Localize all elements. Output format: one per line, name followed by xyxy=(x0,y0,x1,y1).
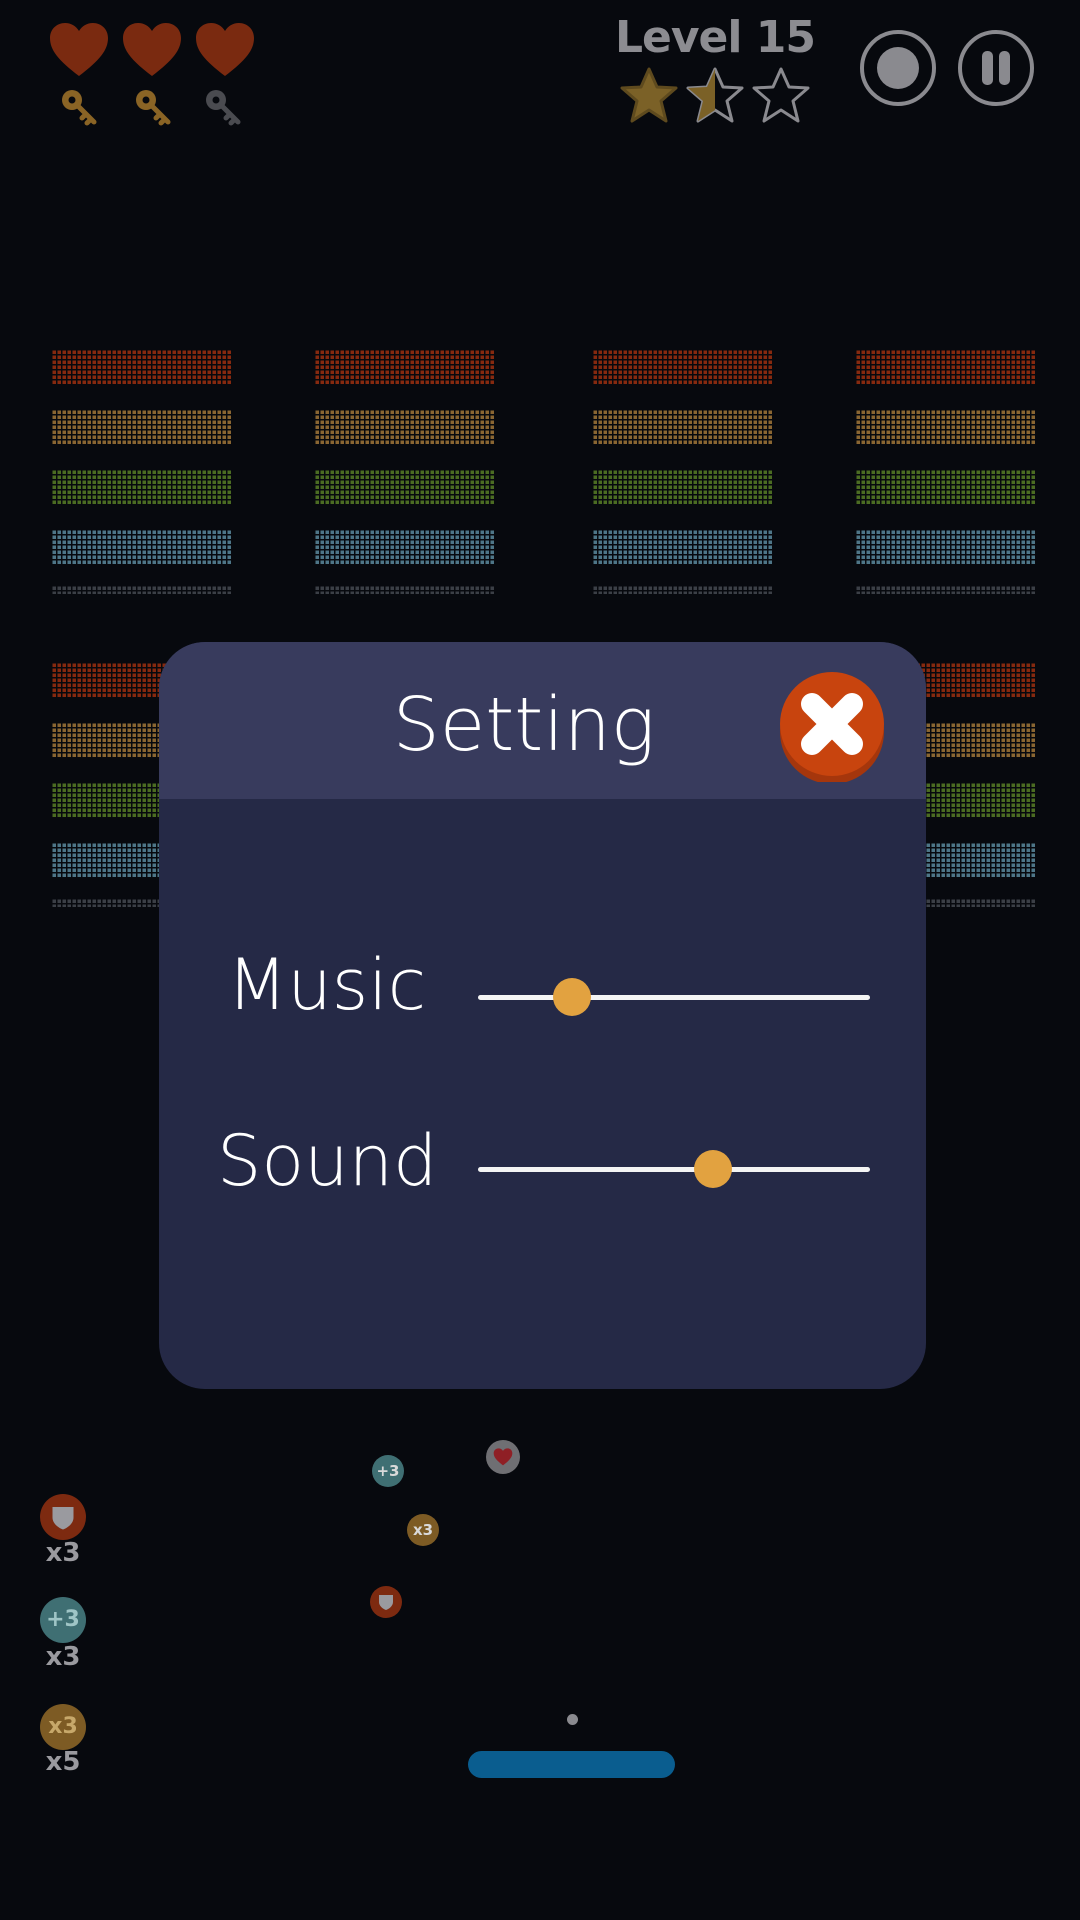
shield-powerup xyxy=(370,1586,402,1618)
inventory-shield-count: x3 xyxy=(45,1538,81,1568)
inventory-multiplier-count: x5 xyxy=(45,1747,81,1777)
brick xyxy=(315,410,495,444)
brick xyxy=(593,410,773,444)
brick xyxy=(593,470,773,504)
sound-slider[interactable] xyxy=(478,1149,870,1189)
brick xyxy=(315,530,495,564)
close-button[interactable] xyxy=(776,670,888,784)
heart-icon xyxy=(493,1448,513,1466)
shield-icon xyxy=(379,1595,393,1610)
ball xyxy=(567,1714,578,1725)
multiplier-icon: x3 xyxy=(407,1514,439,1546)
sound-slider-track[interactable] xyxy=(478,1167,870,1172)
sound-slider-handle[interactable] xyxy=(694,1150,733,1188)
music-slider-handle[interactable] xyxy=(553,978,592,1016)
close-icon xyxy=(780,672,884,784)
inventory-multiplier[interactable]: x3 xyxy=(40,1704,86,1750)
music-slider[interactable] xyxy=(478,977,870,1017)
brick xyxy=(52,470,232,504)
brick xyxy=(52,586,232,594)
sound-label: Sound xyxy=(217,1120,438,1202)
inventory-plus-three[interactable]: +3 xyxy=(40,1597,86,1643)
brick xyxy=(856,470,1036,504)
brick xyxy=(593,530,773,564)
settings-dialog: Setting Music Sound xyxy=(159,642,926,1389)
brick xyxy=(856,586,1036,594)
brick xyxy=(593,586,773,594)
music-label: Music xyxy=(227,944,427,1026)
brick xyxy=(856,530,1036,564)
brick xyxy=(315,470,495,504)
brick xyxy=(52,530,232,564)
paddle[interactable] xyxy=(468,1751,675,1778)
music-slider-track[interactable] xyxy=(478,995,870,1000)
brick xyxy=(593,350,773,384)
brick xyxy=(315,350,495,384)
brick xyxy=(52,410,232,444)
brick xyxy=(315,586,495,594)
shield-icon xyxy=(52,1507,74,1530)
heart-powerup xyxy=(486,1440,520,1474)
brick xyxy=(52,350,232,384)
inventory-plus-three-count: x3 xyxy=(45,1642,81,1672)
plus-three-icon: +3 xyxy=(372,1455,404,1487)
inventory-shield[interactable] xyxy=(40,1494,86,1540)
brick xyxy=(856,410,1036,444)
brick xyxy=(856,350,1036,384)
